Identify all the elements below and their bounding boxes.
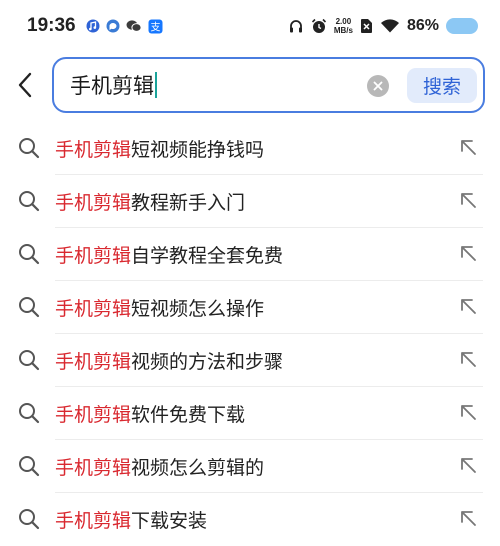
suggestion-item[interactable]: 手机剪辑软件免费下载 <box>0 387 500 440</box>
alipay-icon: 支 <box>148 19 163 33</box>
status-system-icons: 2.00 MB/s 86% <box>288 17 478 35</box>
wechat-icon <box>126 20 142 32</box>
suggestion-text: 手机剪辑视频怎么剪辑的 <box>55 453 264 480</box>
fill-query-arrow-icon[interactable] <box>458 455 480 477</box>
search-icon <box>19 509 40 530</box>
search-icon <box>19 244 40 265</box>
suggestion-text: 手机剪辑短视频能挣钱吗 <box>55 135 264 162</box>
suggestion-item[interactable]: 手机剪辑短视频怎么操作 <box>0 281 500 334</box>
suggestion-rest: 视频怎么剪辑的 <box>131 457 265 479</box>
text-caret <box>155 72 157 98</box>
suggestion-item[interactable]: 手机剪辑短视频能挣钱吗 <box>0 122 500 175</box>
suggestion-list: 手机剪辑短视频能挣钱吗 手机剪辑教程新手入门 手机剪辑自学教程全套免费 手机剪辑短视频… <box>0 122 500 546</box>
status-app-icons: 支 <box>86 19 163 34</box>
search-row: 手机剪辑 搜索 <box>0 57 500 113</box>
suggestion-text: 手机剪辑教程新手入门 <box>55 188 245 215</box>
suggestion-highlight: 手机剪辑 <box>55 139 132 161</box>
fill-query-arrow-icon[interactable] <box>458 402 480 424</box>
search-input[interactable]: 手机剪辑 <box>70 70 154 100</box>
net-speed-value: 2.00 <box>335 17 352 26</box>
fill-query-arrow-icon[interactable] <box>458 508 480 530</box>
fill-query-arrow-icon[interactable] <box>458 296 480 318</box>
status-time: 19:36 <box>27 15 76 36</box>
suggestion-highlight: 手机剪辑 <box>55 192 132 214</box>
suggestion-highlight: 手机剪辑 <box>55 457 132 479</box>
suggestion-item[interactable]: 手机剪辑视频怎么剪辑的 <box>0 440 500 493</box>
suggestion-highlight: 手机剪辑 <box>55 298 132 320</box>
battery-percent: 86% <box>406 17 439 34</box>
clear-button[interactable] <box>367 75 389 97</box>
suggestion-rest: 视频的方法和步骤 <box>131 351 284 373</box>
fill-query-arrow-icon[interactable] <box>458 190 480 212</box>
back-arrow-icon <box>18 72 32 98</box>
net-speed-unit: MB/s <box>333 26 353 35</box>
suggestion-text: 手机剪辑短视频怎么操作 <box>55 294 264 321</box>
search-icon <box>19 350 40 371</box>
svg-text:支: 支 <box>150 21 160 33</box>
suggestion-text: 手机剪辑视频的方法和步骤 <box>55 347 283 374</box>
search-icon <box>19 456 40 477</box>
suggestion-highlight: 手机剪辑 <box>55 510 132 532</box>
suggestion-highlight: 手机剪辑 <box>55 351 132 373</box>
music-app-icon <box>86 19 100 33</box>
fill-query-arrow-icon[interactable] <box>458 243 480 265</box>
headphones-icon <box>289 20 302 33</box>
clear-icon <box>373 81 383 91</box>
suggestion-text: 手机剪辑自学教程全套免费 <box>55 241 283 268</box>
suggestion-text: 手机剪辑软件免费下载 <box>55 400 245 427</box>
fill-query-arrow-icon[interactable] <box>458 137 480 159</box>
suggestion-item[interactable]: 手机剪辑教程新手入门 <box>0 175 500 228</box>
alarm-icon <box>311 18 326 33</box>
suggestion-rest: 下载安装 <box>131 510 208 532</box>
suggestion-rest: 短视频怎么操作 <box>131 298 265 320</box>
fill-query-arrow-icon[interactable] <box>458 349 480 371</box>
wifi-icon <box>380 19 399 33</box>
search-icon <box>19 403 40 424</box>
chat-bubble-app-icon <box>106 19 120 33</box>
suggestion-item[interactable]: 手机剪辑下载安装 <box>0 493 500 546</box>
net-speed: 2.00 MB/s <box>334 17 353 35</box>
search-icon <box>19 138 40 159</box>
sim-off-icon <box>360 19 372 33</box>
search-box[interactable]: 手机剪辑 搜索 <box>52 57 485 113</box>
search-button[interactable]: 搜索 <box>407 68 477 103</box>
suggestion-text: 手机剪辑下载安装 <box>55 506 207 533</box>
back-button[interactable] <box>0 57 50 113</box>
suggestion-item[interactable]: 手机剪辑自学教程全套免费 <box>0 228 500 281</box>
suggestion-rest: 软件免费下载 <box>131 404 246 426</box>
suggestion-rest: 教程新手入门 <box>131 192 246 214</box>
battery-icon <box>446 18 478 34</box>
suggestion-item[interactable]: 手机剪辑视频的方法和步骤 <box>0 334 500 387</box>
suggestion-rest: 自学教程全套免费 <box>131 245 284 267</box>
search-icon <box>19 297 40 318</box>
search-icon <box>19 191 40 212</box>
suggestion-highlight: 手机剪辑 <box>55 245 132 267</box>
suggestion-highlight: 手机剪辑 <box>55 404 132 426</box>
status-bar: 19:36 支 2.00 MB/s 86% <box>0 0 500 52</box>
suggestion-rest: 短视频能挣钱吗 <box>131 139 265 161</box>
